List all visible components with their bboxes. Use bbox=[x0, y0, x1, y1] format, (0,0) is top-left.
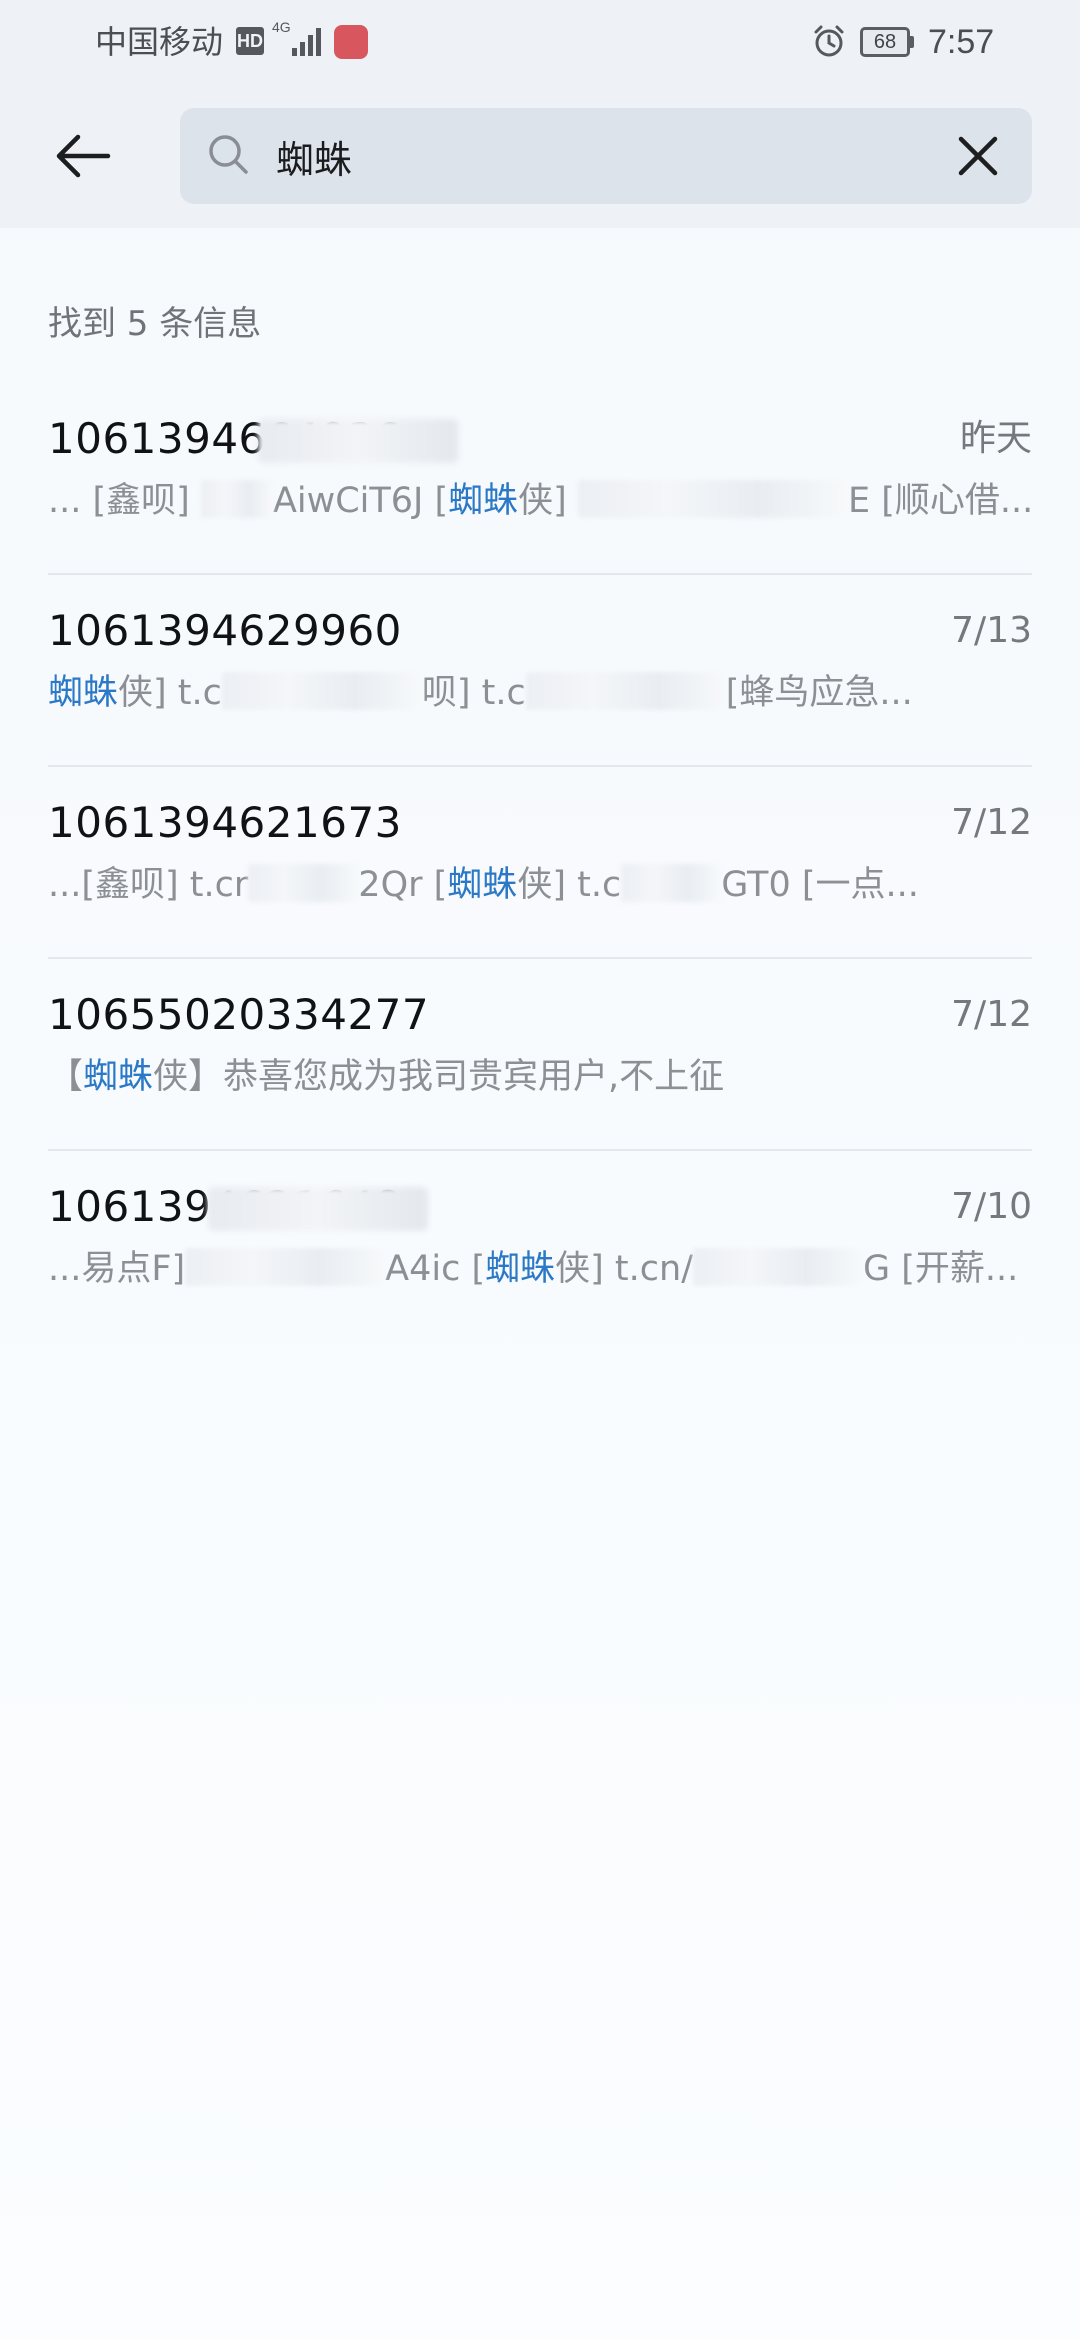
message-date: 7/12 bbox=[951, 994, 1032, 1035]
redacted-area bbox=[693, 1248, 864, 1286]
screen: 中国移动 HD 4G 68 7:57 蜘蛛 找到 5 条信息 106139466… bbox=[0, 0, 1080, 2340]
sender-number: 10655020334277 bbox=[48, 990, 430, 1039]
message-snippet: ... [鑫呗] AiwCiT6J [蜘蛛侠] E [顺心借... bbox=[48, 480, 1032, 521]
battery-level: 68 bbox=[873, 31, 897, 53]
clear-search-icon[interactable] bbox=[948, 126, 1008, 186]
back-arrow-icon[interactable] bbox=[44, 116, 124, 196]
redacted-area bbox=[248, 864, 359, 902]
results-list: 1061394664936 昨天 ... [鑫呗] AiwCiT6J [蜘蛛侠]… bbox=[48, 383, 1032, 1343]
search-highlight: 蜘蛛 bbox=[485, 1249, 556, 1289]
message-snippet: 【蜘蛛侠】恭喜您成为我司贵宾用户,不上征 bbox=[48, 1057, 725, 1097]
message-snippet: ...[鑫呗] t.cr 2Qr [蜘蛛侠] t.c GT0 [一点... bbox=[48, 864, 919, 905]
search-highlight: 蜘蛛 bbox=[448, 481, 519, 521]
result-item[interactable]: 1061394629960 7/13 蜘蛛侠] t.c 呗] t.c [蜂鸟应急..… bbox=[48, 575, 1032, 767]
redacted-area bbox=[208, 1187, 428, 1231]
hd-icon: HD bbox=[236, 27, 264, 55]
signal-icon bbox=[292, 28, 321, 56]
clock: 7:57 bbox=[928, 23, 995, 61]
result-item[interactable]: 1061394621648 7/10 ...易点F]A4ic [蜘蛛侠] t.c… bbox=[48, 1151, 1032, 1343]
redacted-area bbox=[221, 672, 422, 710]
redacted-area bbox=[621, 864, 722, 902]
search-input[interactable] bbox=[276, 108, 916, 204]
status-bar: 中国移动 HD 4G 68 7:57 bbox=[0, 0, 1080, 86]
redacted-area bbox=[258, 419, 458, 463]
result-item[interactable]: 1061394664936 昨天 ... [鑫呗] AiwCiT6J [蜘蛛侠]… bbox=[48, 383, 1032, 575]
app-notification-icon bbox=[334, 25, 368, 59]
carrier-label: 中国移动 bbox=[95, 23, 224, 61]
message-date: 7/10 bbox=[951, 1186, 1032, 1227]
redacted-area bbox=[185, 1248, 386, 1286]
search-box[interactable] bbox=[180, 108, 1032, 204]
search-highlight: 蜘蛛 bbox=[83, 1057, 154, 1097]
search-icon bbox=[209, 135, 248, 174]
redacted-area bbox=[200, 480, 273, 518]
message-date: 7/13 bbox=[951, 610, 1032, 651]
alarm-icon bbox=[814, 25, 844, 57]
redacted-area bbox=[525, 672, 726, 710]
message-date: 昨天 bbox=[959, 418, 1032, 459]
search-highlight: 蜘蛛 bbox=[48, 673, 119, 713]
message-snippet: ...易点F] A4ic [蜘蛛侠] t.cn/G [开薪... bbox=[48, 1248, 1019, 1289]
message-date: 7/12 bbox=[951, 802, 1032, 843]
message-snippet: 蜘蛛侠] t.c 呗] t.c [蜂鸟应急... bbox=[48, 672, 913, 713]
search-highlight: 蜘蛛 bbox=[447, 865, 518, 905]
sender-number: 1061394621673 bbox=[48, 798, 402, 847]
battery-icon: 68 bbox=[860, 27, 914, 57]
result-count: 找到 5 条信息 bbox=[48, 304, 262, 344]
redacted-area bbox=[577, 480, 848, 518]
search-header bbox=[0, 86, 1080, 228]
result-item[interactable]: 1061394621673 7/12 ...[鑫呗] t.cr 2Qr [蜘蛛侠]… bbox=[48, 767, 1032, 959]
network-type-label: 4G bbox=[272, 19, 291, 35]
sender-number: 1061394629960 bbox=[48, 606, 402, 655]
result-item[interactable]: 10655020334277 7/12 【蜘蛛侠】恭喜您成为我司贵宾用户,不上征 bbox=[48, 959, 1032, 1151]
